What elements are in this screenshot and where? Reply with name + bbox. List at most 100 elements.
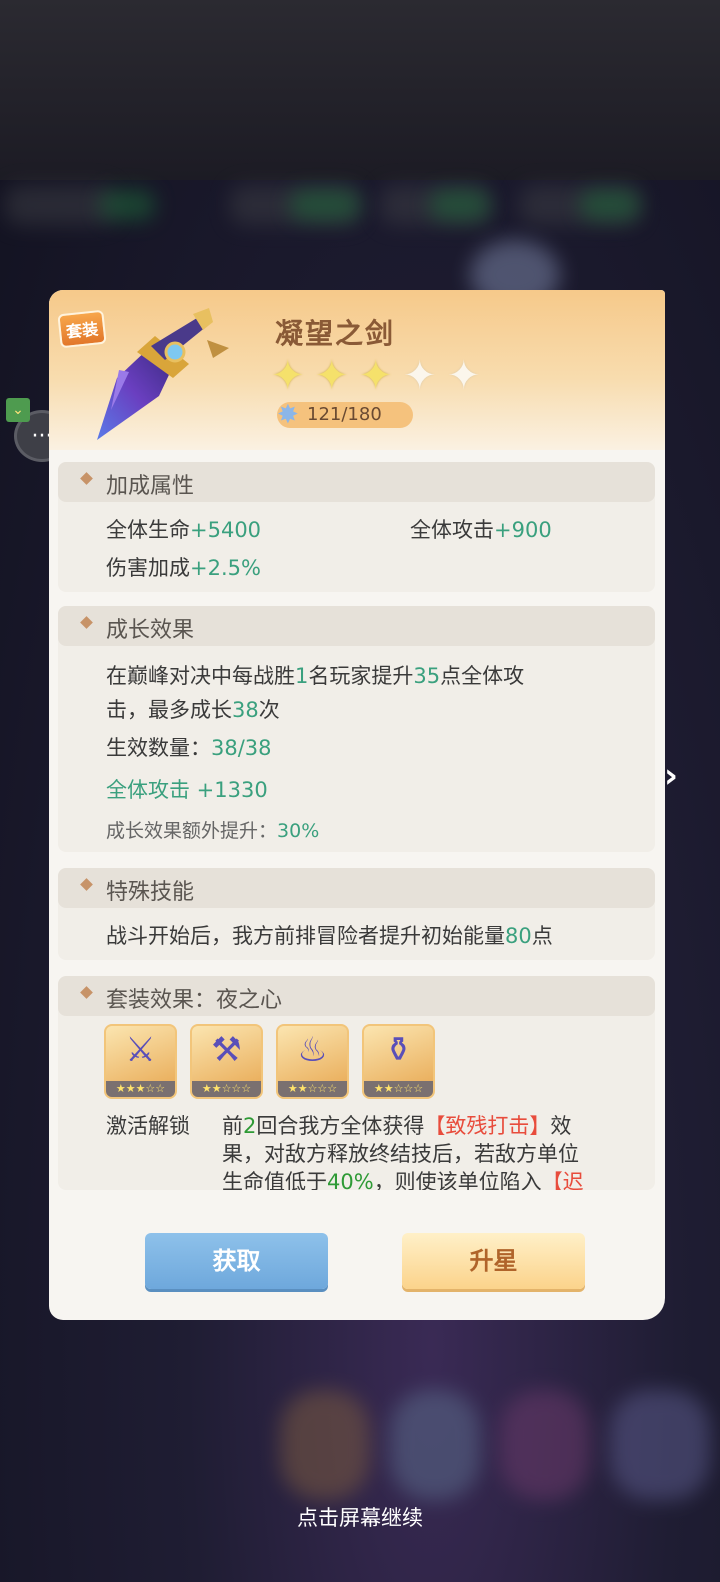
- text-segment: 成长效果额外提升：: [106, 820, 278, 842]
- background-element: [390, 1390, 480, 1500]
- text-segment: 点全体攻: [440, 664, 525, 688]
- background-top: [0, 0, 720, 180]
- text-segment: 回合我方全体获得: [256, 1114, 425, 1138]
- section-header: 特殊技能: [58, 868, 655, 908]
- text-segment: 在巅峰对决中每战胜: [106, 664, 295, 688]
- section-title: 套装效果：夜之心: [106, 988, 283, 1013]
- atk-value: +900: [494, 518, 552, 542]
- section-header: 成长效果: [58, 606, 655, 646]
- text-segment: 战斗开始后，我方前排冒险者提升初始能量: [106, 924, 505, 948]
- diamond-icon: [80, 616, 93, 629]
- diamond-icon: [80, 878, 93, 891]
- set-item-lamp[interactable]: ♨ ★★☆☆☆: [276, 1024, 349, 1099]
- sword-image: [97, 308, 229, 440]
- growth-extra: 成长效果额外提升：30%: [106, 816, 319, 843]
- diamond-icon: [80, 472, 93, 485]
- potion-icon: ⚱: [384, 1030, 413, 1070]
- star-rating: ✦ ✦ ✦ ✦ ✦: [271, 356, 487, 396]
- section-title: 成长效果: [106, 618, 195, 643]
- text-segment: 击，最多成长: [106, 698, 232, 722]
- star-shard-icon: ✸: [277, 400, 299, 430]
- item-header: 套装 凝望之剑 ✦ ✦ ✦ ✦ ✦ ✸ 121/180: [49, 290, 665, 450]
- get-button[interactable]: 获取: [145, 1233, 328, 1289]
- axe-icon: ⚒: [211, 1030, 242, 1070]
- text-segment: 1: [295, 664, 309, 688]
- text-segment: 80: [505, 924, 532, 948]
- background-element: [580, 190, 640, 220]
- text-segment: 生效数量：: [106, 736, 211, 760]
- effect-count: 生效数量：38/38: [106, 732, 272, 762]
- mini-stars: ★★☆☆☆: [278, 1081, 347, 1097]
- upgrade-star-button[interactable]: 升星: [402, 1233, 585, 1289]
- background-element: [5, 185, 115, 225]
- section-header: 加成属性: [58, 462, 655, 502]
- dmg-label: 伤害加成: [106, 556, 190, 580]
- dmg-value: +2.5%: [190, 556, 261, 580]
- atk-label: 全体攻击: [410, 518, 494, 542]
- text-segment: 生命值低于: [222, 1170, 327, 1190]
- atk-stat: 全体攻击+900: [410, 514, 552, 544]
- set-effect-section: 套装效果：夜之心 ⚔ ★★★☆☆ ⚒ ★★☆☆☆ ♨ ★★☆☆☆ ⚱ ★★☆☆☆…: [58, 976, 655, 1190]
- text-segment: ，则使该单位陷入: [373, 1170, 542, 1190]
- growth-result: 全体攻击 +1330: [106, 778, 268, 802]
- bonus-section: 加成属性 全体生命+5400 全体攻击+900 伤害加成+2.5%: [58, 462, 655, 592]
- growth-desc-line1: 在巅峰对决中每战胜1名玩家提升35点全体攻: [106, 660, 524, 690]
- text-segment: 35: [413, 664, 441, 688]
- hp-value: +5400: [190, 518, 262, 542]
- background-element: [500, 1390, 590, 1500]
- mini-stars: ★★☆☆☆: [364, 1081, 433, 1097]
- text-segment: 【致残打击】: [424, 1114, 551, 1138]
- mini-stars: ★★★☆☆: [106, 1081, 175, 1097]
- text-segment: 名玩家提升: [308, 664, 414, 688]
- mini-stars: ★★☆☆☆: [192, 1081, 261, 1097]
- background-element: [290, 190, 360, 220]
- text-segment: 40%: [327, 1170, 374, 1190]
- text-segment: 30%: [277, 820, 320, 842]
- star-filled-icon: ✦: [271, 353, 305, 399]
- hp-stat: 全体生命+5400: [106, 514, 261, 544]
- set-items: ⚔ ★★★☆☆ ⚒ ★★☆☆☆ ♨ ★★☆☆☆ ⚱ ★★☆☆☆: [104, 1024, 435, 1099]
- section-title: 加成属性: [106, 474, 195, 499]
- text-segment: 【迟: [541, 1170, 584, 1190]
- dmg-stat: 伤害加成+2.5%: [106, 552, 261, 582]
- text-segment: 次: [258, 698, 280, 722]
- text-segment: 前: [222, 1114, 243, 1138]
- set-desc-line1: 前2回合我方全体获得【致残打击】效: [222, 1110, 571, 1140]
- star-empty-icon: ✦: [403, 353, 437, 399]
- set-item-potion[interactable]: ⚱ ★★☆☆☆: [362, 1024, 435, 1099]
- unlock-label: 激活解锁: [106, 1114, 190, 1138]
- star-filled-icon: ✦: [359, 353, 393, 399]
- text-segment: 效: [550, 1114, 572, 1138]
- background-element: [280, 1390, 370, 1500]
- hp-label: 全体生命: [106, 518, 190, 542]
- set-item-sword[interactable]: ⚔ ★★★☆☆: [104, 1024, 177, 1099]
- item-title: 凝望之剑: [275, 317, 396, 350]
- background-element: [610, 1390, 710, 1500]
- tap-to-continue[interactable]: 点击屏幕继续: [0, 1502, 720, 1532]
- background-element: [430, 190, 490, 220]
- text-segment: 38: [232, 698, 259, 722]
- item-detail-card: 套装 凝望之剑 ✦ ✦ ✦ ✦ ✦ ✸ 121/180 加成属性 全体生命+54…: [49, 290, 665, 1320]
- set-item-axe[interactable]: ⚒ ★★☆☆☆: [190, 1024, 263, 1099]
- lamp-icon: ♨: [297, 1030, 328, 1070]
- set-desc-line3: 生命值低于40%，则使该单位陷入【迟: [222, 1166, 584, 1190]
- text-segment: 38/38: [211, 736, 272, 760]
- next-arrow-icon[interactable]: ›: [664, 756, 694, 796]
- shard-progress: ✸ 121/180: [277, 402, 413, 428]
- text-segment: 2: [243, 1114, 257, 1138]
- shard-count: 121/180: [307, 404, 382, 425]
- section-header: 套装效果：夜之心: [58, 976, 655, 1016]
- diamond-icon: [80, 986, 93, 999]
- growth-desc-line2: 击，最多成长38次: [106, 694, 280, 724]
- growth-section: 成长效果 在巅峰对决中每战胜1名玩家提升35点全体攻 击，最多成长38次 生效数…: [58, 606, 655, 852]
- rank-badge-icon: ⌄: [6, 398, 30, 422]
- background-element: [100, 190, 155, 220]
- section-title: 特殊技能: [106, 880, 195, 905]
- star-empty-icon: ✦: [447, 353, 481, 399]
- sword-icon: ⚔: [125, 1030, 156, 1070]
- skill-section: 特殊技能 战斗开始后，我方前排冒险者提升初始能量80点: [58, 868, 655, 960]
- skill-desc: 战斗开始后，我方前排冒险者提升初始能量80点: [106, 920, 553, 950]
- set-desc-line2: 果，对敌方释放终结技后，若敌方单位: [222, 1142, 579, 1166]
- text-segment: 点: [531, 924, 553, 948]
- star-filled-icon: ✦: [315, 353, 349, 399]
